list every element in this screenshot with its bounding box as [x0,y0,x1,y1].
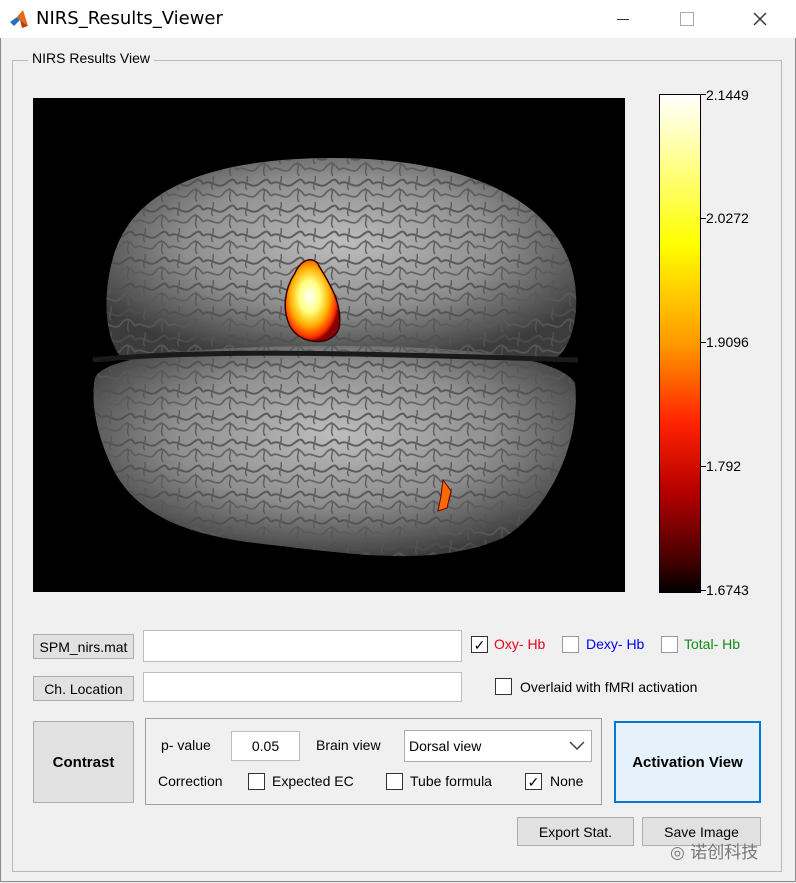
ch-location-button[interactable]: Ch. Location [33,676,134,701]
ch-location-field[interactable] [143,672,462,702]
colorbar-label-max: 2.1449 [706,87,749,103]
maximize-button[interactable] [664,0,710,38]
minimize-button[interactable] [600,0,646,38]
colorbar [659,94,701,593]
panel-title: NIRS Results View [28,50,155,66]
dexy-hb-checkbox[interactable] [562,636,579,653]
overlay-fmri-label: Overlaid with fMRI activation [520,679,698,695]
brain-view-select[interactable]: Dorsal view [404,730,592,762]
tube-formula-label: Tube formula [410,773,492,789]
watermark-text: 诺创科技 [690,843,759,863]
colorbar-label: 2.0272 [706,210,749,226]
brain-render-view [33,98,625,592]
colorbar-label-min: 1.6743 [706,582,749,598]
brain-image [92,158,579,557]
total-hb-label: Total- Hb [684,636,741,652]
p-value-input[interactable]: 0.05 [231,731,300,761]
chevron-down-icon [569,741,585,751]
expected-ec-label: Expected EC [272,773,354,789]
colorbar-label: 1.9096 [706,334,749,350]
none-label: None [550,773,584,789]
overlay-fmri-checkbox[interactable] [495,678,512,695]
close-button[interactable] [737,0,783,38]
p-value-label: p- value [161,737,211,753]
dexy-hb-label: Dexy- Hb [586,636,645,652]
spm-nirs-button[interactable]: SPM_nirs.mat [33,634,134,659]
matlab-app-icon [10,10,28,28]
correction-label: Correction [158,773,223,789]
window-title: NIRS_Results_Viewer [36,8,223,29]
tube-formula-checkbox[interactable] [386,773,403,790]
oxy-hb-checkbox[interactable]: ✓ [471,636,488,653]
colorbar-label: 1.792 [706,458,742,474]
export-stat-button[interactable]: Export Stat. [517,817,634,846]
brain-view-label: Brain view [316,737,381,753]
brain-view-value: Dorsal view [409,738,482,754]
oxy-hb-label: Oxy- Hb [494,636,546,652]
expected-ec-checkbox[interactable] [248,773,265,790]
close-icon [753,12,767,26]
contrast-button[interactable]: Contrast [33,721,134,803]
maximize-icon [680,12,694,26]
total-hb-checkbox[interactable] [661,636,678,653]
watermark-icon: ◎ [670,843,691,863]
none-checkbox[interactable]: ✓ [525,773,542,790]
watermark-logo: ◎ 诺创科技 [670,838,758,863]
spm-file-field[interactable] [143,630,462,662]
minimize-icon [617,18,629,20]
activation-view-button[interactable]: Activation View [614,721,761,803]
